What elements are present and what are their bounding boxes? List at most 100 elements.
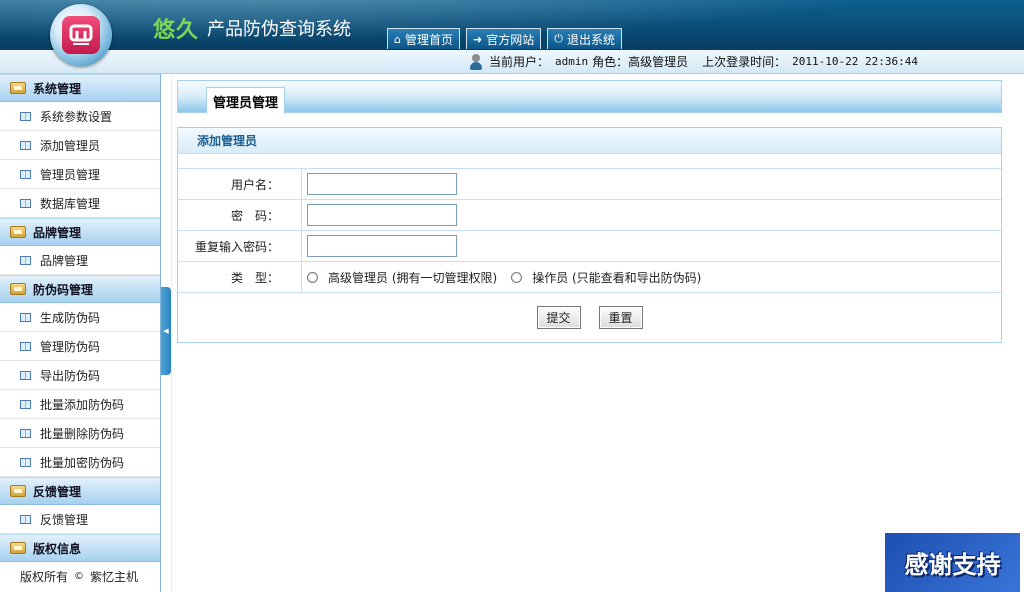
radio-senior-admin[interactable] bbox=[307, 271, 318, 283]
form-row-password: 密 码： bbox=[178, 200, 1001, 231]
folder-icon bbox=[10, 485, 26, 497]
sidebar-item-batch-add[interactable]: 批量添加防伪码 bbox=[0, 390, 160, 419]
book-icon bbox=[20, 370, 31, 380]
chevron-left-icon: ◀ bbox=[163, 327, 169, 335]
form-spacer bbox=[178, 154, 1001, 169]
book-icon bbox=[20, 428, 31, 438]
sidebar-collapse-handle[interactable]: ◀ bbox=[161, 287, 171, 375]
logo-mark-icon bbox=[62, 16, 100, 54]
copyright-owner: 紫忆主机 bbox=[90, 569, 139, 584]
brand-name: 悠久 bbox=[153, 18, 200, 43]
sidebar-item-label: 添加管理员 bbox=[40, 138, 101, 153]
panel-title-bar: 管理员管理 bbox=[177, 80, 1002, 114]
sidebar-section-system[interactable]: 系统管理 bbox=[0, 74, 160, 102]
nav-logout-label: 退出系统 bbox=[566, 32, 615, 47]
user-icon bbox=[469, 53, 483, 70]
book-icon bbox=[20, 169, 31, 179]
page-title: 管理员管理 bbox=[206, 87, 286, 114]
form-row-confirm: 重复输入密码： bbox=[178, 231, 1001, 262]
book-icon bbox=[20, 399, 31, 409]
sidebar-section-brand[interactable]: 品牌管理 bbox=[0, 218, 160, 246]
home-icon: ⌂ bbox=[394, 32, 401, 46]
sidebar-item-manage-code[interactable]: 管理防伪码 bbox=[0, 332, 160, 361]
thanks-badge[interactable]: 感谢支持 bbox=[885, 533, 1020, 592]
form-row-type: 类 型： 高级管理员 (拥有一切管理权限) 操作员 (只能查看和导出防伪码) bbox=[178, 262, 1001, 293]
book-icon bbox=[20, 514, 31, 524]
copyright-symbol: © bbox=[74, 570, 85, 582]
sidebar-item-label: 反馈管理 bbox=[40, 512, 89, 527]
sidebar-item-batch-encrypt[interactable]: 批量加密防伪码 bbox=[0, 448, 160, 477]
copyright-line: 版权所有 © 紫忆主机 bbox=[0, 562, 160, 590]
last-login-time: 2011-10-22 22:36:44 bbox=[792, 55, 918, 68]
sidebar-section-feedback[interactable]: 反馈管理 bbox=[0, 477, 160, 505]
form-buttons: 提交 重置 bbox=[178, 293, 1001, 342]
copyright-text: 版权所有 bbox=[20, 569, 69, 584]
arrow-right-icon: ➜ bbox=[473, 32, 483, 46]
sidebar-item-label: 系统参数设置 bbox=[40, 109, 113, 124]
confirm-password-label: 重复输入密码： bbox=[178, 231, 302, 261]
sidebar-item-add-admin[interactable]: 添加管理员 bbox=[0, 131, 160, 160]
confirm-password-input[interactable] bbox=[307, 235, 457, 257]
sidebar-item-export-code[interactable]: 导出防伪码 bbox=[0, 361, 160, 390]
book-icon bbox=[20, 255, 31, 265]
nav-logout-button[interactable]: ⏻ 退出系统 bbox=[547, 28, 622, 49]
sidebar-section-code[interactable]: 防伪码管理 bbox=[0, 275, 160, 303]
sidebar: 系统管理 系统参数设置 添加管理员 管理员管理 数据库管理 品牌管理 品牌管理 … bbox=[0, 74, 161, 592]
folder-icon bbox=[10, 82, 26, 94]
sidebar-item-label: 生成防伪码 bbox=[40, 310, 101, 325]
thanks-badge-text: 感谢支持 bbox=[904, 551, 1001, 579]
book-icon bbox=[20, 111, 31, 121]
form-title: 添加管理员 bbox=[178, 128, 1001, 154]
sidebar-section-label: 版权信息 bbox=[33, 541, 82, 556]
sidebar-item-feedback[interactable]: 反馈管理 bbox=[0, 505, 160, 534]
sidebar-item-label: 数据库管理 bbox=[40, 196, 101, 211]
reset-button[interactable]: 重置 bbox=[598, 306, 643, 329]
sidebar-item-system-params[interactable]: 系统参数设置 bbox=[0, 102, 160, 131]
username-input[interactable] bbox=[307, 173, 457, 195]
radio-senior-admin-label: 高级管理员 (拥有一切管理权限) bbox=[328, 270, 498, 285]
top-header: 悠久 产品防伪查询系统 ⌂ 管理首页 ➜ 官方网站 ⏻ 退出系统 bbox=[0, 0, 1024, 50]
type-label: 类 型： bbox=[178, 262, 302, 292]
password-label: 密 码： bbox=[178, 200, 302, 230]
sidebar-item-label: 管理防伪码 bbox=[40, 339, 101, 354]
sidebar-section-label: 反馈管理 bbox=[33, 484, 82, 499]
top-nav: ⌂ 管理首页 ➜ 官方网站 ⏻ 退出系统 bbox=[387, 28, 622, 49]
nav-home-label: 管理首页 bbox=[404, 32, 453, 47]
status-bar: 当前用户： admin 角色： 高级管理员 上次登录时间： 2011-10-22… bbox=[0, 50, 1024, 74]
sidebar-item-database[interactable]: 数据库管理 bbox=[0, 189, 160, 218]
folder-icon bbox=[10, 226, 26, 238]
sidebar-item-brand-manage[interactable]: 品牌管理 bbox=[0, 246, 160, 275]
power-icon: ⏻ bbox=[554, 32, 563, 45]
sidebar-item-label: 批量删除防伪码 bbox=[40, 426, 125, 441]
content-divider bbox=[171, 74, 172, 592]
book-icon bbox=[20, 457, 31, 467]
logo bbox=[50, 4, 112, 66]
add-admin-form: 添加管理员 用户名： 密 码： 重复输入密码： 类 型： 高级管理员 (拥有一切… bbox=[177, 127, 1002, 343]
nav-home-button[interactable]: ⌂ 管理首页 bbox=[387, 28, 460, 49]
sidebar-item-label: 导出防伪码 bbox=[40, 368, 101, 383]
current-user: admin bbox=[554, 55, 589, 68]
folder-icon bbox=[10, 542, 26, 554]
password-input[interactable] bbox=[307, 204, 457, 226]
sidebar-item-generate-code[interactable]: 生成防伪码 bbox=[0, 303, 160, 332]
username-label: 用户名： bbox=[178, 169, 302, 199]
last-login-label: 上次登录时间： bbox=[702, 55, 787, 69]
book-icon bbox=[20, 140, 31, 150]
sidebar-section-label: 防伪码管理 bbox=[33, 282, 94, 297]
radio-operator-label: 操作员 (只能查看和导出防伪码) bbox=[532, 270, 702, 285]
sidebar-item-admin-manage[interactable]: 管理员管理 bbox=[0, 160, 160, 189]
form-row-username: 用户名： bbox=[178, 169, 1001, 200]
nav-official-site-button[interactable]: ➜ 官方网站 bbox=[466, 28, 542, 49]
radio-operator[interactable] bbox=[511, 271, 523, 283]
book-icon bbox=[20, 341, 31, 351]
sidebar-item-batch-delete[interactable]: 批量删除防伪码 bbox=[0, 419, 160, 448]
nav-official-site-label: 官方网站 bbox=[486, 32, 535, 47]
sidebar-section-copyright[interactable]: 版权信息 bbox=[0, 534, 160, 562]
role-value: 高级管理员 bbox=[628, 55, 689, 69]
system-name: 产品防伪查询系统 bbox=[207, 19, 351, 40]
sidebar-item-label: 批量添加防伪码 bbox=[40, 397, 125, 412]
submit-button[interactable]: 提交 bbox=[536, 306, 581, 329]
book-icon bbox=[20, 312, 31, 322]
sidebar-item-label: 品牌管理 bbox=[40, 253, 89, 268]
role-label: 角色： bbox=[592, 55, 629, 69]
